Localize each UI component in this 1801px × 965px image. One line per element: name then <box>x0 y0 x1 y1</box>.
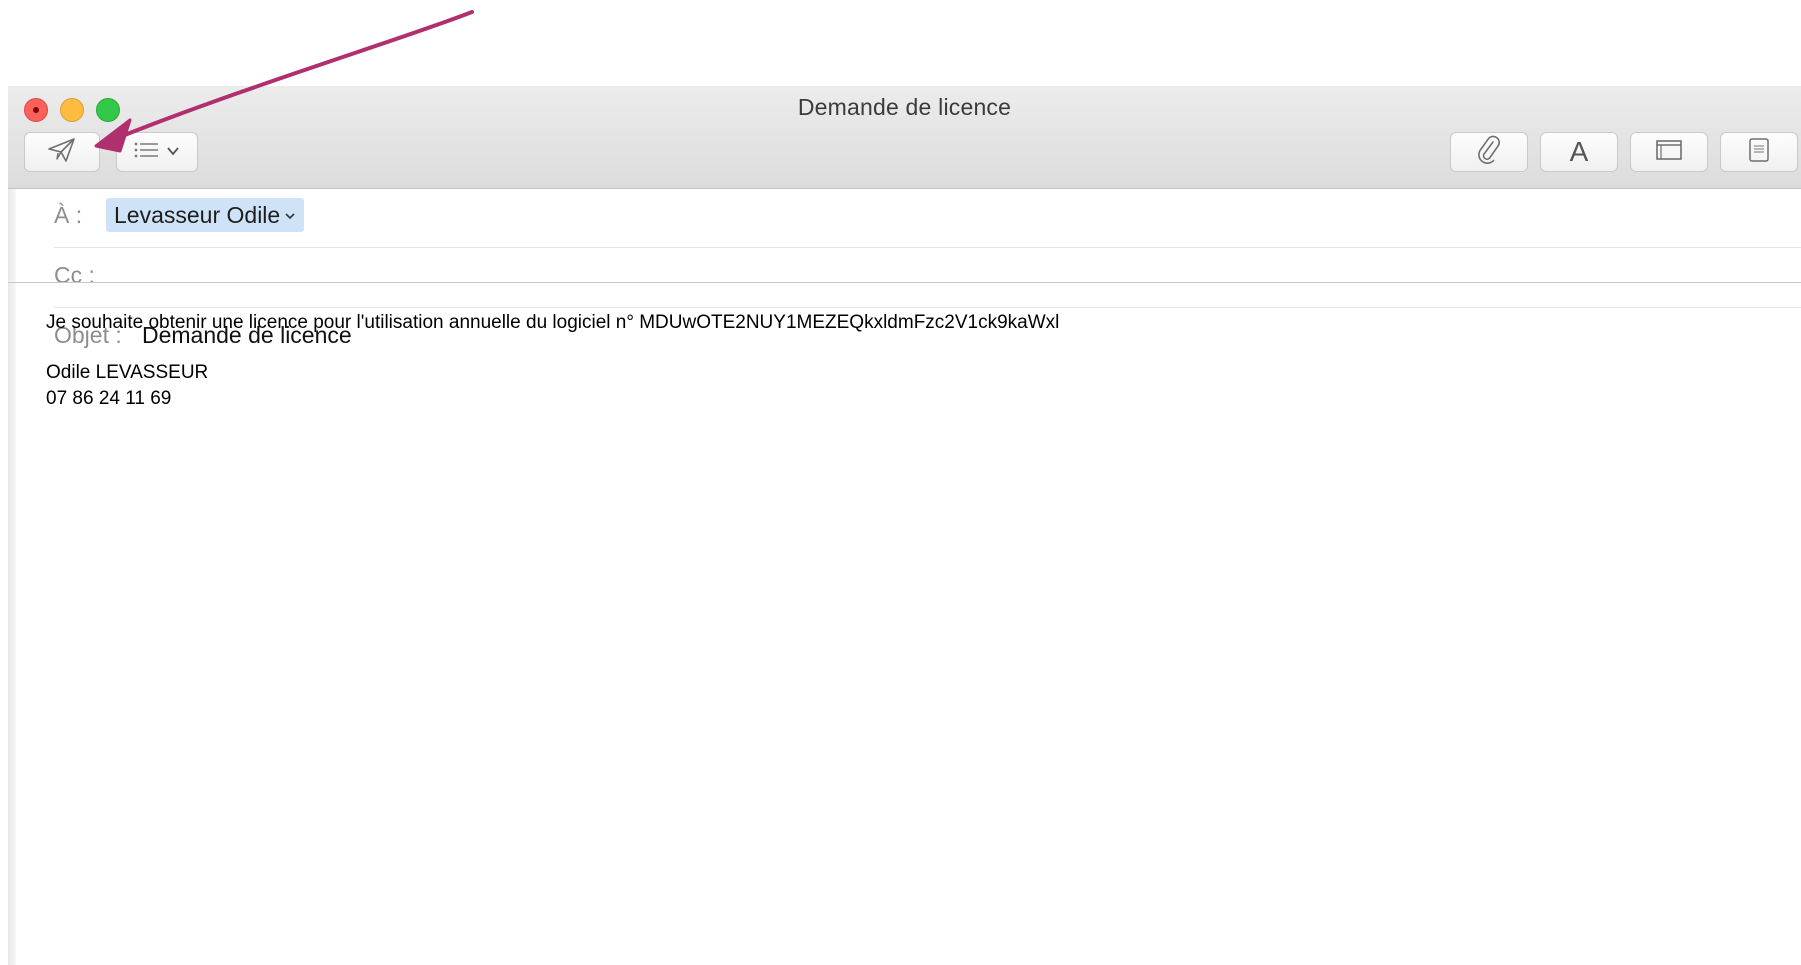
compose-window: Demande de licence A À: Levasseur Odile… <box>8 86 1801 965</box>
list-icon <box>134 141 160 164</box>
cc-label: Cc : <box>54 262 95 288</box>
to-field-row: À : Levasseur Odile <box>54 188 1801 248</box>
message-text: Je souhaite obtenir une licence pour l'u… <box>46 312 1060 333</box>
chevron-down-icon[interactable] <box>284 208 296 223</box>
format-button[interactable]: A <box>1540 132 1618 172</box>
message-body[interactable]: Je souhaite obtenir une licence pour l'u… <box>46 310 1786 412</box>
window-title: Demande de licence <box>797 94 1012 120</box>
cc-field-row[interactable]: Cc : <box>54 248 1801 308</box>
recipient-token[interactable]: Levasseur Odile <box>106 198 305 232</box>
signature-phone: 07 86 24 11 69 <box>46 388 172 409</box>
signature-name: Odile LEVASSEUR <box>46 362 209 383</box>
photo-browser-icon <box>1748 137 1770 168</box>
window-icon <box>1655 139 1683 166</box>
header-fields-button[interactable] <box>116 132 198 172</box>
photo-browser-button[interactable] <box>1720 132 1798 172</box>
body-separator <box>8 282 1801 283</box>
to-label: À : <box>54 202 83 228</box>
paper-plane-icon <box>47 137 77 168</box>
format-label: A <box>1569 136 1589 167</box>
send-button[interactable] <box>24 132 100 172</box>
window-left-edge <box>8 86 16 965</box>
chevron-down-icon <box>166 143 180 161</box>
attach-button[interactable] <box>1450 132 1528 172</box>
browser-button[interactable] <box>1630 132 1708 172</box>
screenshot-page: Demande de licence A À: Levasseur Odile… <box>0 0 1801 965</box>
titlebar: Demande de licence A <box>8 86 1801 189</box>
recipient-name: Levasseur Odile <box>114 201 281 228</box>
paperclip-icon <box>1477 135 1501 170</box>
